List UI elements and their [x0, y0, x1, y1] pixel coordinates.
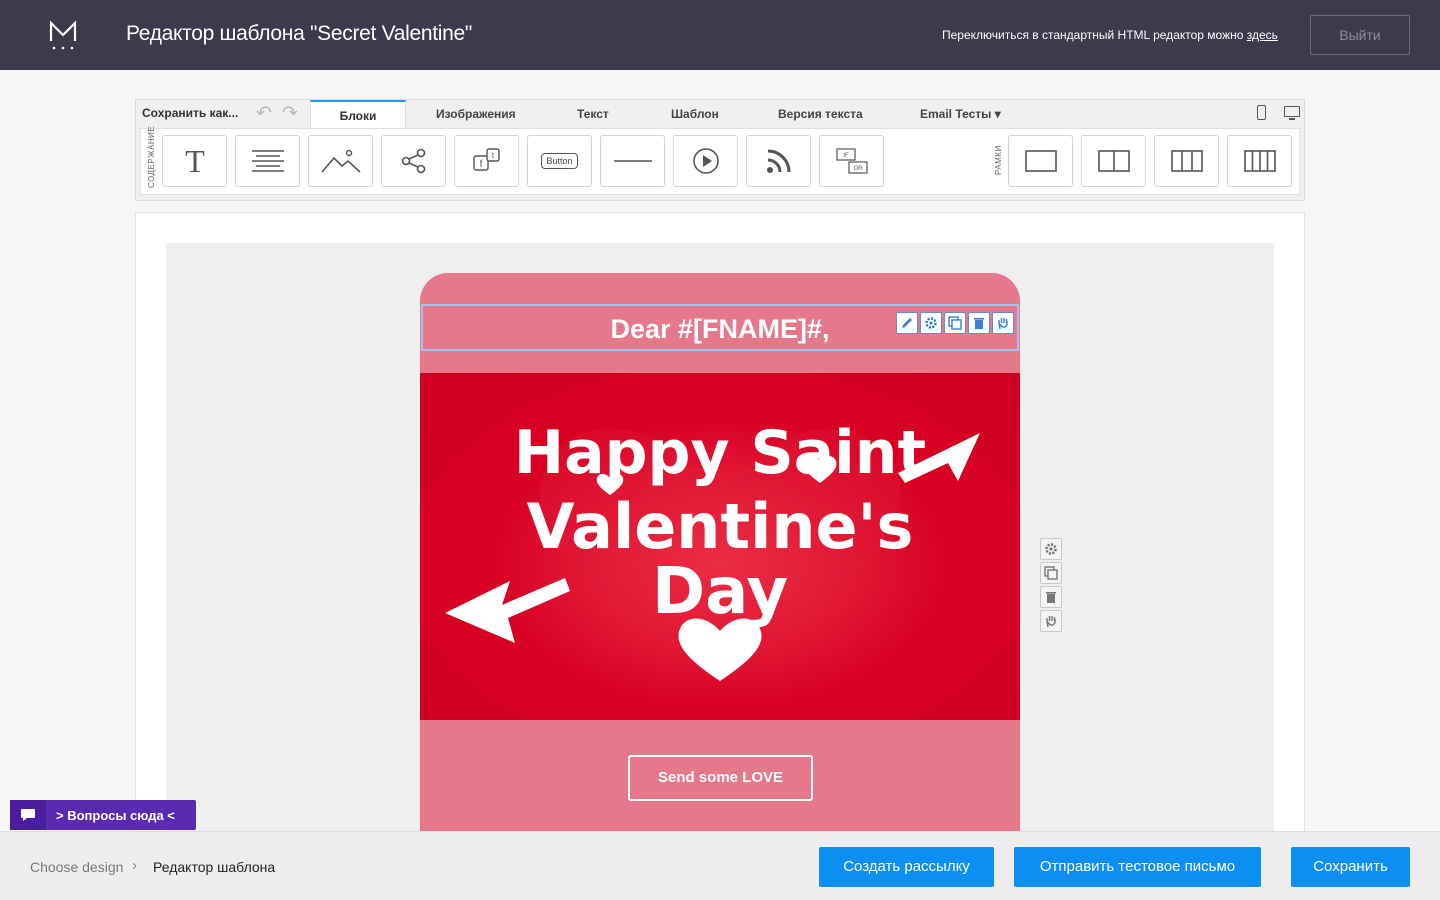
content-label: СОДЕРЖАНИЕ: [147, 125, 156, 188]
edit-pencil-icon[interactable]: [896, 312, 918, 334]
valentine-heart-illustration: Happy Saint Valentine's Day: [445, 418, 980, 681]
text-block-tool[interactable]: T: [162, 135, 227, 187]
if-label: IF: [843, 153, 849, 159]
frame-1col-tool[interactable]: [1008, 135, 1073, 187]
tab-text-version[interactable]: Версия текста: [778, 107, 863, 121]
share-block-tool[interactable]: [381, 135, 446, 187]
if-or-icon: IF OR: [835, 148, 868, 174]
section-toolbar: [1040, 538, 1062, 634]
condition-block-tool[interactable]: IF OR: [819, 135, 884, 187]
html-editor-hint: Переключиться в стандартный HTML редакто…: [942, 28, 1278, 42]
hero-line-1: Happy Saint: [514, 418, 926, 488]
save-button[interactable]: Сохранить: [1291, 847, 1410, 887]
send-love-button[interactable]: Send some LOVE: [628, 755, 813, 801]
valentine-hero-image[interactable]: Happy Saint Valentine's Day: [420, 373, 1020, 720]
section-drag-icon[interactable]: [1040, 610, 1062, 632]
text-t-icon: T: [185, 146, 205, 176]
social-block-tool[interactable]: ft: [454, 135, 519, 187]
hero-line-3: Day: [652, 555, 788, 629]
support-chat-widget[interactable]: > Вопросы сюда <: [10, 800, 196, 830]
rss-icon: [766, 149, 790, 173]
bottom-bar: Choose design › Редактор шаблона Создать…: [0, 831, 1440, 900]
undo-icon[interactable]: ↶: [256, 102, 272, 125]
video-block-tool[interactable]: [673, 135, 738, 187]
four-column-icon: [1243, 150, 1276, 172]
desktop-view-icon[interactable]: [1284, 106, 1300, 120]
mobile-view-icon[interactable]: [1257, 105, 1266, 120]
block-toolbar: [896, 312, 1014, 334]
or-label: OR: [853, 166, 863, 172]
tab-text[interactable]: Текст: [577, 107, 609, 121]
duplicate-icon[interactable]: [944, 312, 966, 334]
frame-4col-tool[interactable]: [1227, 135, 1292, 187]
three-column-icon: [1170, 150, 1203, 172]
chat-bubble-icon: [10, 800, 46, 830]
page-title: Редактор шаблона "Secret Valentine": [126, 22, 473, 45]
settings-gear-icon[interactable]: [920, 312, 942, 334]
social-icons-icon: ft: [472, 148, 500, 171]
drag-hand-icon[interactable]: [992, 312, 1014, 334]
paragraph-lines-icon: [251, 150, 284, 172]
image-mountain-icon: [320, 149, 361, 173]
section-delete-icon[interactable]: [1040, 586, 1062, 608]
delete-trash-icon[interactable]: [968, 312, 990, 334]
svg-text:f: f: [479, 159, 482, 170]
save-as-button[interactable]: Сохранить как...: [142, 106, 238, 120]
tab-blocks[interactable]: Блоки: [310, 100, 406, 128]
section-duplicate-icon[interactable]: [1040, 562, 1062, 584]
frames-label: РАМКИ: [994, 145, 1003, 175]
logo-icon: [49, 20, 77, 50]
svg-text:T: T: [185, 146, 205, 176]
rss-block-tool[interactable]: [746, 135, 811, 187]
tab-images[interactable]: Изображения: [436, 107, 516, 121]
button-block-tool[interactable]: Button: [527, 135, 592, 187]
blocks-panel: СОДЕРЖАНИЕ T ft Button IF OR РАМКИ: [140, 125, 1300, 195]
image-block-tool[interactable]: [308, 135, 373, 187]
play-icon: [692, 148, 719, 174]
greeting-text-block[interactable]: Dear #[FNAME]#,: [421, 304, 1019, 351]
chat-label: > Вопросы сюда <: [56, 807, 175, 823]
html-editor-link[interactable]: здесь: [1247, 28, 1278, 42]
hero-line-2: Valentine's: [527, 490, 914, 563]
top-bar: Редактор шаблона "Secret Valentine" Пере…: [0, 0, 1440, 70]
divider-block-tool[interactable]: [600, 135, 665, 187]
create-campaign-button[interactable]: Создать рассылку: [819, 847, 994, 887]
divider-line-icon: [613, 160, 652, 162]
redo-icon[interactable]: ↷: [282, 102, 298, 125]
breadcrumb-choose-design[interactable]: Choose design: [30, 859, 123, 875]
tab-template[interactable]: Шаблон: [671, 107, 719, 121]
send-test-email-button[interactable]: Отправить тестовое письмо: [1014, 847, 1261, 887]
tab-blocks-label: Блоки: [339, 109, 377, 123]
two-column-icon: [1097, 150, 1130, 172]
breadcrumb-template-editor: Редактор шаблона: [153, 859, 276, 875]
share-icon: [401, 148, 425, 174]
breadcrumb-chevron-icon: ›: [132, 857, 137, 874]
editor-toolbar: Сохранить как... ↶ ↷ Блоки Изображения Т…: [135, 99, 1305, 201]
frame-2col-tool[interactable]: [1081, 135, 1146, 187]
exit-button[interactable]: Выйти: [1310, 15, 1410, 55]
html-editor-hint-text: Переключиться в стандартный HTML редакто…: [942, 28, 1247, 42]
button-preview: Button: [541, 153, 578, 169]
tab-email-tests[interactable]: Email Тесты ▾: [920, 107, 1001, 121]
frame-3col-tool[interactable]: [1154, 135, 1219, 187]
section-settings-icon[interactable]: [1040, 538, 1062, 560]
paragraph-block-tool[interactable]: [235, 135, 300, 187]
one-column-icon: [1024, 150, 1057, 172]
